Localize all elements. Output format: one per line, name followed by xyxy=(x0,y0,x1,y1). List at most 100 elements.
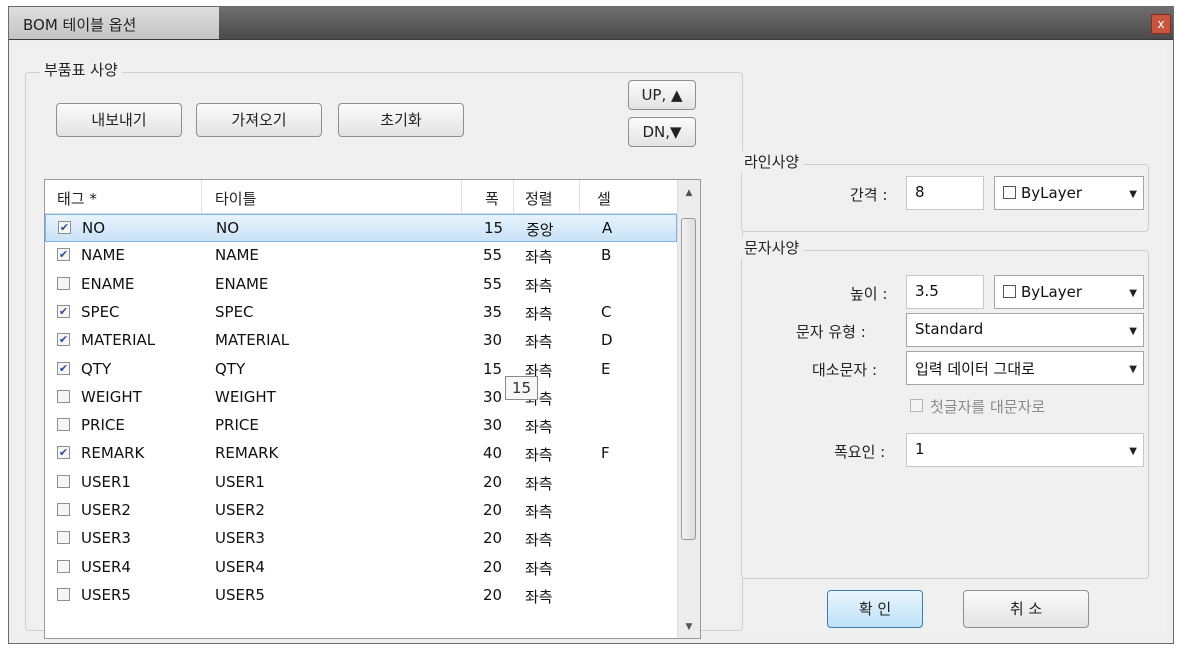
cell-align[interactable]: 좌측 xyxy=(525,529,553,550)
import-button[interactable]: 가져오기 xyxy=(196,103,322,137)
cell-tag[interactable]: PRICE xyxy=(81,416,125,434)
cell-letter[interactable]: B xyxy=(601,246,611,264)
table-row[interactable]: USER2 USER2 20 좌측 xyxy=(45,497,677,525)
row-checkbox[interactable] xyxy=(57,389,70,403)
cell-width[interactable]: 20 xyxy=(483,501,502,519)
cell-title[interactable]: WEIGHT xyxy=(215,388,276,406)
cell-letter[interactable]: E xyxy=(601,360,610,378)
move-down-button[interactable]: DN,▼ xyxy=(628,117,696,147)
cell-align[interactable]: 중앙 xyxy=(526,219,554,240)
text-height-input[interactable]: 3.5 xyxy=(906,275,984,309)
column-header-cell[interactable]: 셀 xyxy=(597,188,611,209)
column-header-tag[interactable]: 태그 * xyxy=(57,188,97,209)
cell-width[interactable]: 30 xyxy=(483,331,502,349)
cell-align[interactable]: 좌측 xyxy=(525,473,553,494)
cell-align[interactable]: 좌측 xyxy=(525,246,553,267)
move-up-button[interactable]: UP, ▲ xyxy=(628,80,696,110)
width-factor-dropdown[interactable]: 1 ▼ xyxy=(906,433,1144,467)
cell-width[interactable]: 55 xyxy=(483,275,502,293)
reset-button[interactable]: 초기화 xyxy=(338,103,464,137)
text-style-dropdown[interactable]: Standard ▼ xyxy=(906,313,1144,347)
text-color-dropdown[interactable]: ByLayer ▼ xyxy=(994,275,1144,309)
cell-tag[interactable]: USER3 xyxy=(81,529,131,547)
row-checkbox[interactable] xyxy=(57,474,70,488)
scroll-down-icon[interactable]: ▼ xyxy=(678,622,700,632)
table-row[interactable]: ✔ NAME NAME 55 좌측 B xyxy=(45,242,677,270)
column-header-width[interactable]: 폭 xyxy=(485,188,499,209)
capitalize-first-checkbox[interactable] xyxy=(910,399,923,412)
cell-tag[interactable]: MATERIAL xyxy=(81,331,155,349)
cell-width[interactable]: 15 xyxy=(484,219,503,237)
cell-title[interactable]: USER1 xyxy=(215,473,265,491)
cell-title[interactable]: USER3 xyxy=(215,529,265,547)
title-bar[interactable]: BOM 테이블 옵션 x xyxy=(9,7,1173,40)
cell-title[interactable]: NO xyxy=(216,219,239,237)
cell-title[interactable]: MATERIAL xyxy=(215,331,289,349)
cell-tag[interactable]: USER5 xyxy=(81,586,131,604)
cell-align[interactable]: 좌측 xyxy=(525,444,553,465)
cell-tag[interactable]: NAME xyxy=(81,246,125,264)
table-row[interactable]: USER1 USER1 20 좌측 xyxy=(45,469,677,497)
cell-width[interactable]: 15 xyxy=(483,360,502,378)
row-checkbox[interactable] xyxy=(57,531,70,545)
table-row[interactable]: USER4 USER4 20 좌측 xyxy=(45,554,677,582)
scrollbar-thumb[interactable] xyxy=(681,218,696,540)
cell-title[interactable]: ENAME xyxy=(215,275,268,293)
row-checkbox[interactable]: ✔ xyxy=(57,361,70,375)
cell-title[interactable]: USER2 xyxy=(215,501,265,519)
row-checkbox[interactable]: ✔ xyxy=(57,248,70,262)
cell-tag[interactable]: USER4 xyxy=(81,558,131,576)
export-button[interactable]: 내보내기 xyxy=(56,103,182,137)
table-row[interactable]: ✔ NO NO 15 중앙 A xyxy=(45,214,677,242)
cell-title[interactable]: QTY xyxy=(215,360,245,378)
table-row[interactable]: ENAME ENAME 55 좌측 xyxy=(45,271,677,299)
cell-letter[interactable]: F xyxy=(601,444,610,462)
table-row[interactable]: ✔ SPEC SPEC 35 좌측 C xyxy=(45,299,677,327)
vertical-scrollbar[interactable]: ▲ ▼ xyxy=(677,180,700,638)
cell-letter[interactable]: D xyxy=(601,331,613,349)
table-row[interactable]: WEIGHT WEIGHT 30 좌측 xyxy=(45,384,677,412)
cell-tag[interactable]: ENAME xyxy=(81,275,134,293)
cell-width[interactable]: 55 xyxy=(483,246,502,264)
cell-align[interactable]: 좌측 xyxy=(525,416,553,437)
row-checkbox[interactable] xyxy=(57,559,70,573)
table-row[interactable]: ✔ QTY QTY 15 좌측 E xyxy=(45,356,677,384)
row-checkbox[interactable]: ✔ xyxy=(57,333,70,347)
cell-width[interactable]: 40 xyxy=(483,444,502,462)
cell-tag[interactable]: SPEC xyxy=(81,303,120,321)
ok-button[interactable]: 확 인 xyxy=(827,590,923,628)
table-row[interactable]: ✔ REMARK REMARK 40 좌측 F xyxy=(45,440,677,468)
table-row[interactable]: USER3 USER3 20 좌측 xyxy=(45,525,677,553)
row-checkbox[interactable]: ✔ xyxy=(57,446,70,460)
cell-align[interactable]: 좌측 xyxy=(525,501,553,522)
column-header-align[interactable]: 정렬 xyxy=(525,188,553,209)
cell-align[interactable]: 좌측 xyxy=(525,303,553,324)
row-checkbox[interactable]: ✔ xyxy=(57,304,70,318)
cell-tag[interactable]: NO xyxy=(82,219,105,237)
cancel-button[interactable]: 취 소 xyxy=(963,590,1089,628)
letter-case-dropdown[interactable]: 입력 데이터 그대로 ▼ xyxy=(906,351,1144,385)
table-row[interactable]: ✔ MATERIAL MATERIAL 30 좌측 D xyxy=(45,327,677,355)
row-checkbox[interactable] xyxy=(57,503,70,516)
cell-letter[interactable]: C xyxy=(601,303,611,321)
row-checkbox[interactable] xyxy=(57,587,70,601)
cell-align[interactable]: 좌측 xyxy=(525,331,553,352)
cell-width[interactable]: 30 xyxy=(483,388,502,406)
line-spacing-input[interactable]: 8 xyxy=(906,176,984,210)
line-color-dropdown[interactable]: ByLayer ▼ xyxy=(994,176,1144,210)
close-icon[interactable]: x xyxy=(1151,14,1171,34)
cell-title[interactable]: SPEC xyxy=(215,303,254,321)
cell-align[interactable]: 좌측 xyxy=(525,275,553,296)
cell-width[interactable]: 20 xyxy=(483,586,502,604)
row-checkbox[interactable]: ✔ xyxy=(58,221,71,234)
cell-width[interactable]: 20 xyxy=(483,473,502,491)
cell-tag[interactable]: REMARK xyxy=(81,444,144,462)
cell-width[interactable]: 35 xyxy=(483,303,502,321)
cell-title[interactable]: PRICE xyxy=(215,416,259,434)
cell-tag[interactable]: USER2 xyxy=(81,501,131,519)
cell-tag[interactable]: QTY xyxy=(81,360,111,378)
cell-width[interactable]: 30 xyxy=(483,416,502,434)
cell-title[interactable]: REMARK xyxy=(215,444,278,462)
table-row[interactable]: USER5 USER5 20 좌측 xyxy=(45,582,677,610)
cell-align[interactable]: 좌측 xyxy=(525,586,553,607)
